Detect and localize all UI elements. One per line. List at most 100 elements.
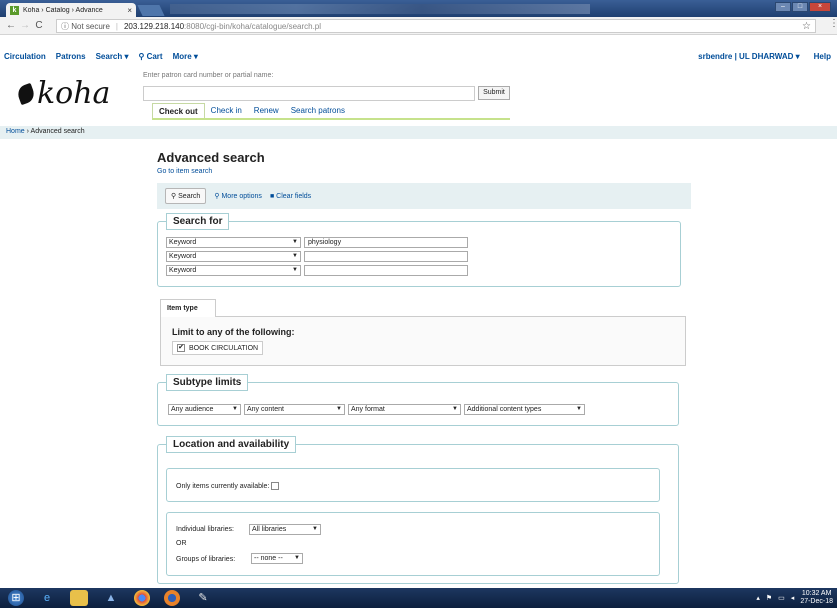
nav-patrons[interactable]: Patrons — [56, 52, 86, 61]
search-term-input-3[interactable] — [304, 265, 468, 276]
paint-icon[interactable]: ✎ — [194, 590, 212, 606]
tab-check-in[interactable]: Check in — [205, 103, 248, 119]
location-legend: Location and availability — [166, 436, 297, 453]
forward-icon[interactable]: → — [18, 20, 32, 31]
tray-arrow-icon[interactable]: ▴ — [756, 594, 760, 602]
search-index-value: Keyword — [169, 267, 197, 274]
windows-taskbar: ⊞ e ▲ ✎ ▴ ⚑ ▭ ◂ 10:32 AM 27-Dec-18 — [0, 588, 837, 608]
clock-time: 10:32 AM — [801, 590, 832, 597]
breadcrumb-current: Advanced search — [30, 128, 85, 135]
only-available-checkbox[interactable] — [271, 482, 280, 490]
network-icon[interactable]: ▭ — [778, 594, 785, 602]
clear-fields-link[interactable]: ■ Clear fields — [270, 193, 311, 200]
search-icon: ⚲ — [171, 193, 177, 200]
item-search-link[interactable]: Go to item search — [157, 168, 212, 175]
content-select[interactable]: Any content ▼ — [244, 404, 345, 415]
flag-icon[interactable]: ⚑ — [766, 594, 772, 602]
clear-fields-label: Clear fields — [276, 192, 312, 200]
patron-search-input[interactable] — [143, 86, 475, 101]
book-circulation-label: BOOK CIRCULATION — [189, 344, 259, 352]
tab-title: Koha › Catalog › Advance — [23, 6, 103, 14]
book-circulation-option[interactable]: ✔ BOOK CIRCULATION — [172, 341, 264, 355]
media-player-icon[interactable]: ▲ — [102, 590, 120, 606]
browser-title-bar: k Koha › Catalog › Advance × – □ × — [0, 0, 837, 17]
user-menu[interactable]: srbendre | UL DHARWAD ▾ — [698, 52, 800, 61]
security-indicator[interactable]: ⓘ Not secure — [61, 21, 110, 32]
chevron-down-icon: ▼ — [292, 239, 298, 245]
new-tab-button[interactable] — [137, 5, 165, 16]
chrome-icon[interactable] — [134, 590, 150, 606]
url-host: 203.129.218.140 — [123, 21, 185, 31]
or-text: OR — [176, 540, 187, 547]
browser-tab[interactable]: k Koha › Catalog › Advance × — [6, 3, 136, 17]
nav-cart[interactable]: ⚲ Cart — [139, 52, 163, 61]
search-for-legend: Search for — [166, 213, 230, 230]
bookmark-star-icon[interactable]: ☆ — [802, 21, 811, 32]
back-icon[interactable]: ← — [4, 20, 18, 31]
search-index-value: Keyword — [169, 239, 197, 246]
chevron-down-icon: ▼ — [294, 555, 300, 561]
maximize-icon[interactable]: □ — [792, 2, 808, 12]
reload-icon[interactable]: C — [32, 20, 46, 31]
nav-search[interactable]: Search ▾ — [96, 52, 129, 61]
individual-libraries-label: Individual libraries: — [176, 526, 234, 533]
patron-submit-button[interactable]: Submit — [478, 86, 510, 100]
internet-explorer-icon[interactable]: e — [38, 590, 56, 606]
search-index-value: Keyword — [169, 253, 197, 260]
search-index-select-3[interactable]: Keyword ▼ — [166, 265, 301, 276]
tab-check-out[interactable]: Check out — [152, 103, 205, 119]
koha-leaf-icon — [15, 82, 37, 105]
format-select[interactable]: Any format ▼ — [348, 404, 461, 415]
format-value: Any format — [351, 406, 385, 413]
content-types-select[interactable]: Additional content types ▼ — [464, 404, 585, 415]
tab-item-type[interactable]: Item type — [160, 299, 216, 317]
individual-libraries-value: All libraries — [252, 526, 287, 533]
koha-favicon-icon: k — [10, 5, 19, 15]
chevron-down-icon: ▼ — [232, 406, 238, 412]
search-button[interactable]: ⚲ Search — [165, 188, 207, 204]
tab-renew[interactable]: Renew — [248, 103, 285, 119]
clock[interactable]: 10:32 AM 27-Dec-18 — [800, 590, 833, 606]
breadcrumb: Home › Advanced search — [0, 126, 837, 139]
page-title: Advanced search — [157, 150, 265, 165]
search-term-input-2[interactable] — [304, 251, 468, 262]
address-bar-row: ← → C ⓘ Not secure | 203.129.218.140 :80… — [0, 17, 837, 35]
groups-libraries-value: -- none -- — [254, 555, 283, 562]
breadcrumb-home[interactable]: Home — [6, 128, 25, 135]
tab-search-patrons[interactable]: Search patrons — [285, 103, 351, 119]
minimize-icon[interactable]: – — [775, 2, 791, 12]
window-controls: – □ × — [775, 2, 831, 12]
file-explorer-icon[interactable] — [70, 590, 88, 606]
browser-menu-icon[interactable]: ⋮ — [829, 18, 837, 29]
system-tray: ▴ ⚑ ▭ ◂ 10:32 AM 27-Dec-18 — [756, 590, 833, 606]
search-index-select-2[interactable]: Keyword ▼ — [166, 251, 301, 262]
close-window-icon[interactable]: × — [809, 2, 831, 12]
firefox-icon[interactable] — [164, 590, 180, 606]
tabs-underline — [152, 118, 510, 120]
only-available-label[interactable]: Only items currently available: — [176, 482, 280, 490]
magnifier-plus-icon: ⚲ — [214, 193, 220, 200]
subtype-limits-legend: Subtype limits — [166, 374, 249, 391]
close-tab-icon[interactable]: × — [127, 6, 132, 15]
search-term-input-1[interactable]: physiology — [304, 237, 468, 248]
limit-label: Limit to any of the following: — [172, 327, 295, 337]
volume-icon[interactable]: ◂ — [791, 594, 795, 602]
audience-select[interactable]: Any audience ▼ — [168, 404, 241, 415]
url-separator: | — [115, 21, 118, 31]
help-link[interactable]: Help — [814, 52, 831, 61]
groups-libraries-select[interactable]: -- none -- ▼ — [251, 553, 303, 564]
checkbox-checked-icon[interactable]: ✔ — [177, 344, 185, 352]
more-options-link[interactable]: ⚲ More options — [214, 192, 262, 201]
nav-more[interactable]: More ▾ — [173, 52, 198, 61]
nav-circulation[interactable]: Circulation — [4, 52, 46, 61]
koha-top-nav: Circulation Patrons Search ▾ ⚲ Cart More… — [0, 52, 837, 64]
individual-libraries-select[interactable]: All libraries ▼ — [249, 524, 321, 535]
clock-date: 27-Dec-18 — [800, 598, 833, 605]
start-icon[interactable]: ⊞ — [8, 590, 24, 606]
url-bar[interactable]: ⓘ Not secure | 203.129.218.140 :8080/cgi… — [56, 19, 816, 33]
chevron-down-icon: ▼ — [312, 526, 318, 532]
logo-text: koha — [37, 76, 111, 111]
trash-icon: ■ — [269, 192, 275, 200]
search-index-select-1[interactable]: Keyword ▼ — [166, 237, 301, 248]
koha-logo[interactable]: koha — [15, 76, 111, 111]
